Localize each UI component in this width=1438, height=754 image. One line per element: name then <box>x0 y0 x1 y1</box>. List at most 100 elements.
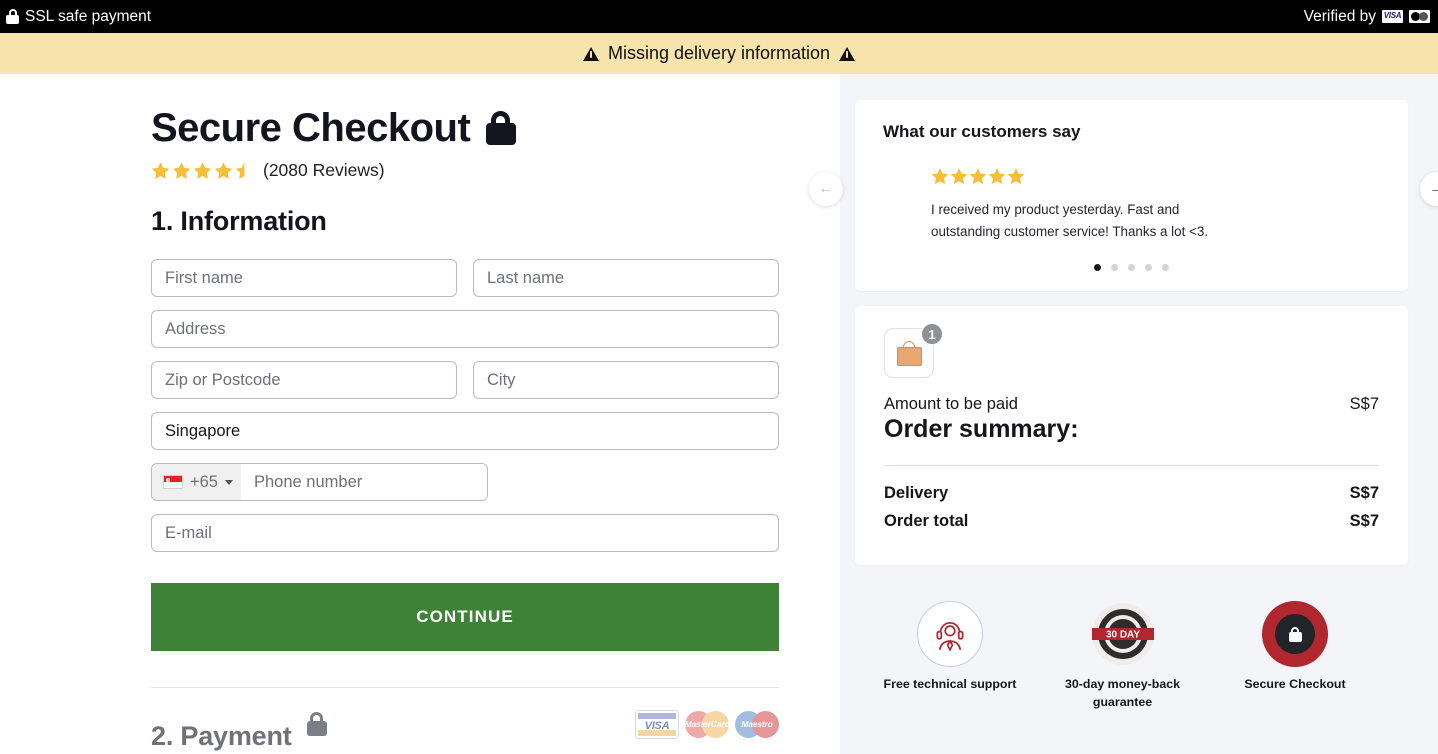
zip-input[interactable] <box>151 361 457 399</box>
star-icon-full <box>969 168 987 184</box>
phone-row: +65 <box>151 463 779 501</box>
warning-triangle-icon-left <box>582 46 599 61</box>
star-icon-full <box>172 162 191 179</box>
carousel-dots <box>883 264 1380 272</box>
city-input[interactable] <box>473 361 779 399</box>
country-code-label: +65 <box>190 472 218 491</box>
order-summary-card: 1 Amount to be paid S$7 Order summary: D… <box>855 306 1408 566</box>
information-form: +65 CONTINUE <box>151 259 779 651</box>
zip-city-row <box>151 361 779 399</box>
trust-badge-support-label: Free technical support <box>883 677 1017 692</box>
verified-by-label: Verified by <box>1303 7 1376 25</box>
phone-number-input[interactable] <box>241 464 487 500</box>
country-code-selector[interactable]: +65 <box>152 464 241 500</box>
page-title: Secure Checkout <box>151 106 471 150</box>
checkout-sidebar: What our customers say I received my pro… <box>809 74 1438 754</box>
star-rating <box>151 161 254 180</box>
rating-row: (2080 Reviews) <box>151 160 840 181</box>
payment-heading-group: 2. Payment <box>151 696 327 752</box>
star-icon-half <box>235 162 245 179</box>
email-input[interactable] <box>151 514 779 552</box>
carousel-dot-1[interactable] <box>1094 264 1101 272</box>
summary-line-order-total: Order total S$7 <box>884 512 1379 531</box>
address-input[interactable] <box>151 310 779 348</box>
testimonials-title: What our customers say <box>883 122 1081 141</box>
testimonial-text: I received my product yesterday. Fast an… <box>931 202 1209 239</box>
delivery-value: S$7 <box>1349 484 1379 503</box>
page-title-row: Secure Checkout <box>151 106 840 151</box>
warning-triangle-icon-right <box>839 46 856 61</box>
star-icon-full <box>1007 168 1025 184</box>
lock-icon <box>306 712 327 736</box>
mastercard-icon <box>1409 10 1430 23</box>
carousel-dot-3[interactable] <box>1128 264 1135 272</box>
seal-inner-circle <box>1275 614 1315 655</box>
star-icon-full <box>950 168 968 184</box>
shopping-bag-icon <box>896 340 922 367</box>
visa-icon: VISA <box>1382 10 1403 23</box>
first-name-input[interactable] <box>151 259 457 297</box>
delivery-label: Delivery <box>884 484 949 503</box>
star-icon-full <box>214 162 233 179</box>
ssl-topbar-left: SSL safe payment <box>6 8 151 26</box>
section-divider <box>151 687 779 688</box>
star-icon-full <box>151 162 170 179</box>
continue-button[interactable]: CONTINUE <box>151 583 779 651</box>
warning-banner-text: Missing delivery information <box>607 43 831 63</box>
maestro-icon: Maestro <box>735 710 779 739</box>
star-icon-full <box>931 168 949 184</box>
amount-to-be-paid-label: Amount to be paid <box>884 395 1018 414</box>
mastercard-icon: MasterCard <box>685 710 730 739</box>
lock-icon <box>486 110 517 145</box>
order-total-value: S$7 <box>1349 512 1379 531</box>
star-icon-full <box>193 162 212 179</box>
trust-badge-money-back-label: 30-day money-back guarantee <box>1064 677 1180 710</box>
ssl-safe-payment-label: SSL safe payment <box>25 7 152 25</box>
order-summary-title: Order summary: <box>884 415 1079 444</box>
email-row <box>151 514 779 552</box>
page-body: Secure Checkout (2080 Reviews) 1. Inform… <box>0 74 1438 754</box>
section-heading-information: 1. Information <box>151 206 327 236</box>
trust-badge-secure-checkout-label: Secure Checkout <box>1244 677 1346 692</box>
accepted-cards: VISA MasterCard Maestro <box>635 709 779 739</box>
trust-badge-support: Free technical support <box>875 601 1025 694</box>
headset-agent-glyph <box>936 622 964 653</box>
arrow-right-icon[interactable]: → <box>1420 172 1438 206</box>
trust-badges: Free technical support 30 DAY 30-day mon… <box>875 601 1370 712</box>
name-row <box>151 259 779 297</box>
headset-support-icon <box>917 601 983 668</box>
phone-field-group: +65 <box>151 463 488 501</box>
summary-line-delivery: Delivery S$7 <box>884 484 1379 503</box>
amount-to-be-paid-value: S$7 <box>1349 395 1379 414</box>
money-back-seal-icon: 30 DAY <box>1091 603 1154 666</box>
lock-icon <box>1288 626 1302 642</box>
trust-badge-money-back: 30 DAY 30-day money-back guarantee <box>1048 601 1198 712</box>
last-name-input[interactable] <box>473 259 779 297</box>
address-row <box>151 310 779 348</box>
testimonials-card: What our customers say I received my pro… <box>809 100 1438 292</box>
carousel-dot-2[interactable] <box>1111 264 1118 272</box>
order-total-label: Order total <box>884 512 969 531</box>
chevron-down-icon <box>225 479 233 485</box>
trust-badge-secure-checkout: Secure Checkout <box>1220 601 1370 694</box>
carousel-dot-4[interactable] <box>1145 264 1152 272</box>
carousel-dot-5[interactable] <box>1162 264 1169 272</box>
reviews-count-label: (2080 Reviews) <box>263 160 385 180</box>
payment-header-row: 2. Payment VISA MasterCard Maestro <box>151 696 779 752</box>
singapore-flag-icon <box>163 475 183 489</box>
section-heading-payment: 2. Payment <box>151 721 292 751</box>
arrow-left-icon[interactable]: ← <box>809 172 843 206</box>
summary-divider <box>884 465 1379 467</box>
visa-icon: VISA <box>635 709 679 739</box>
country-input[interactable] <box>151 412 779 450</box>
secure-checkout-seal-icon <box>1262 601 1328 668</box>
cart-item-thumbnail: 1 <box>884 323 943 379</box>
lock-icon <box>6 9 19 24</box>
verified-by-group: Verified by VISA <box>1304 8 1430 26</box>
country-row <box>151 412 779 450</box>
amount-to-be-paid-row: Amount to be paid S$7 <box>884 395 1379 414</box>
missing-delivery-warning-banner: Missing delivery information <box>0 33 1438 74</box>
checkout-main-column: Secure Checkout (2080 Reviews) 1. Inform… <box>0 74 840 754</box>
star-icon-full <box>988 168 1006 184</box>
seal-text: 30 DAY <box>1105 630 1139 641</box>
